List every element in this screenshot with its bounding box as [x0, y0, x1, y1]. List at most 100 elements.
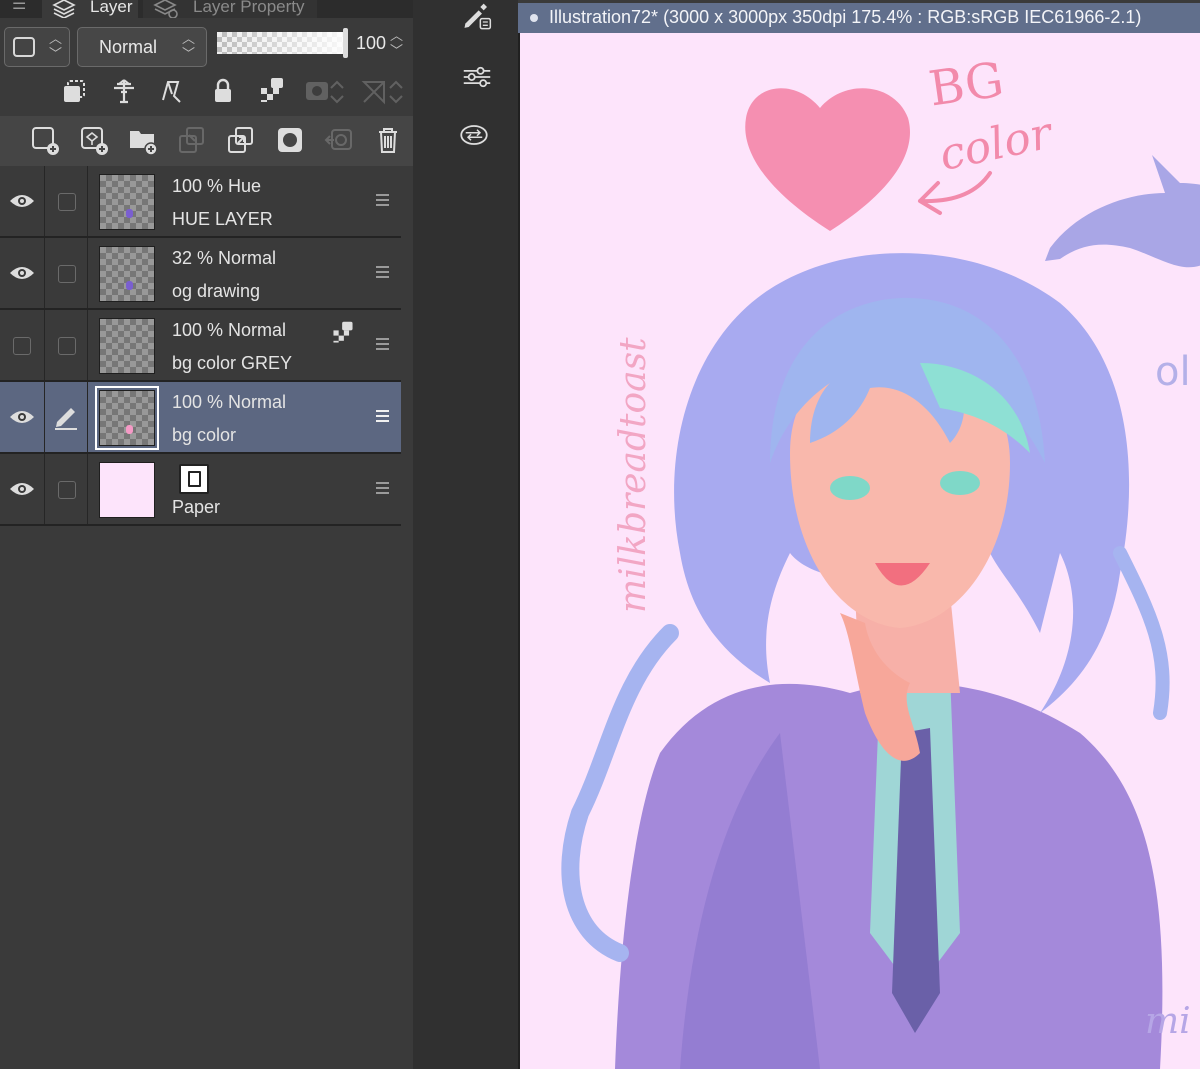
layer-row-hue-layer[interactable]: 100 % Hue HUE LAYER [0, 166, 401, 238]
blend-mode-select[interactable]: Normal ︿ ﹀ [77, 27, 207, 67]
layer-name: bg color GREY [172, 353, 293, 373]
combine-with-layer-below-icon[interactable] [226, 125, 256, 155]
new-folder-icon[interactable] [128, 125, 158, 156]
layer-opacity-mode: 32 % Normal [172, 248, 277, 268]
visibility-toggle[interactable] [0, 238, 45, 308]
layer-thumbnail [99, 318, 155, 374]
blend-mode-value: Normal [99, 37, 158, 57]
layer-opacity-mode: 100 % Normal [172, 320, 287, 340]
signature-corner-text: mi [1145, 1001, 1191, 1042]
apply-mask-icon[interactable] [324, 125, 354, 155]
annotation-bg-text: BG [925, 52, 1007, 118]
layers-icon [52, 0, 76, 18]
layer-select-checkbox[interactable] [58, 193, 76, 211]
layer-select-column[interactable] [45, 310, 88, 380]
layer-property-icon [153, 0, 179, 18]
layer-row-paper[interactable]: Paper [0, 454, 401, 526]
hair-strand-right [1113, 546, 1170, 720]
eye-icon [10, 411, 34, 423]
swap-panels-icon[interactable] [459, 120, 499, 152]
thumbnail-figure [126, 281, 133, 290]
layer-color-swatch [13, 37, 35, 57]
mask-link-icon[interactable] [303, 76, 347, 106]
annotation-color-text: color [935, 107, 1059, 181]
side-tool-strip [413, 0, 518, 1069]
layer-row-og-drawing[interactable]: 32 % Normal og drawing [0, 238, 401, 310]
delete-layer-icon[interactable] [373, 125, 403, 155]
layer-opacity-mode: 100 % Normal [172, 392, 287, 412]
drag-handle-icon[interactable] [376, 338, 389, 353]
chevron-updown-icon: ︿ ﹀ [49, 31, 63, 61]
transfer-to-lower-layer-icon[interactable] [177, 125, 207, 155]
drag-handle-icon[interactable] [376, 482, 389, 497]
layer-select-column[interactable] [45, 382, 88, 452]
thumbnail-figure [126, 425, 133, 434]
layer-opacity-mode: 100 % Hue [172, 176, 262, 196]
layer-row-bg-color[interactable]: 100 % Normal bg color [0, 382, 401, 454]
clip-to-layer-below-icon[interactable] [60, 76, 90, 106]
layer-name: og drawing [172, 281, 261, 301]
lock-layer-icon[interactable] [208, 76, 238, 106]
create-layer-mask-icon[interactable] [275, 125, 305, 155]
opacity-stepper[interactable]: ︿ ﹀ [390, 28, 403, 58]
visibility-checkbox-off[interactable] [13, 337, 31, 355]
right-eye [940, 471, 980, 495]
heart-shape [745, 88, 910, 231]
layer-color-button[interactable]: ︿ ﹀ [4, 27, 70, 67]
eye-icon [10, 483, 34, 495]
layer-row-bg-color-grey[interactable]: 100 % Normal bg color GREY [0, 310, 401, 382]
layer-select-column[interactable] [45, 238, 88, 308]
layer-name: Paper [172, 497, 221, 517]
layer-select-column[interactable] [45, 166, 88, 236]
opacity-slider[interactable] [217, 28, 348, 58]
layer-thumbnail [99, 174, 155, 230]
layer-select-column[interactable] [45, 454, 88, 524]
canvas-artwork: BG color milkbreadtoast mi ol [561, 52, 1200, 1069]
opacity-slider-handle[interactable] [343, 28, 348, 58]
paper-layer-icon [179, 464, 209, 494]
visibility-toggle[interactable] [0, 166, 45, 236]
reference-layer-icon[interactable] [109, 76, 139, 106]
layer-panel: ☰ Layer Layer Property ︿ ﹀ Normal ︿ ﹀ 100 … [0, 0, 413, 1069]
eye-icon [10, 267, 34, 279]
canvas-document-tab[interactable]: Illustration72* (3000 x 3000px 350dpi 17… [518, 3, 1200, 33]
opacity-value: 100 [356, 33, 387, 53]
lock-transparent-pixels-icon[interactable] [257, 76, 287, 106]
drawing-canvas[interactable]: BG color milkbreadtoast mi ol [518, 33, 1200, 1069]
visibility-toggle[interactable] [0, 310, 45, 380]
layer-select-checkbox[interactable] [58, 265, 76, 283]
layer-name: bg color [172, 425, 237, 445]
tab-layer[interactable]: Layer [42, 0, 138, 18]
edge-text: ol [1155, 349, 1191, 395]
dolphin-shape [1045, 155, 1200, 268]
canvas-document-title: Illustration72* (3000 x 3000px 350dpi 17… [549, 7, 1142, 27]
layer-select-checkbox[interactable] [58, 337, 76, 355]
layer-name: HUE LAYER [172, 209, 273, 229]
drag-handle-icon[interactable] [376, 266, 389, 281]
layer-thumbnail [99, 462, 155, 518]
drag-handle-icon[interactable] [376, 410, 389, 425]
visibility-toggle[interactable] [0, 454, 45, 524]
thumbnail-figure [126, 209, 133, 218]
tab-layer-property[interactable]: Layer Property [143, 0, 317, 18]
tab-layer-property-label: Layer Property [193, 0, 305, 16]
ruler-link-icon[interactable] [360, 76, 404, 106]
layer-thumbnail [95, 386, 159, 450]
draft-layer-icon[interactable] [158, 76, 188, 106]
new-vector-layer-icon[interactable] [79, 125, 109, 155]
signature-text: milkbreadtoast [613, 337, 654, 613]
sliders-icon[interactable] [462, 62, 496, 92]
panel-tabs: ☰ Layer Layer Property [0, 0, 413, 18]
panel-menu-icon[interactable]: ☰ [12, 0, 26, 14]
left-eye [830, 476, 870, 500]
opacity-gradient [217, 32, 344, 54]
layer-select-checkbox[interactable] [58, 481, 76, 499]
lock-transparent-pixels-icon [330, 320, 356, 351]
edit-list-icon[interactable] [462, 2, 498, 38]
new-raster-layer-icon[interactable] [30, 125, 60, 155]
chevron-updown-icon: ︿ ﹀ [182, 31, 196, 61]
drag-handle-icon[interactable] [376, 194, 389, 209]
visibility-toggle[interactable] [0, 382, 45, 452]
pen-editing-icon [55, 408, 77, 430]
tab-layer-label: Layer [90, 0, 133, 16]
